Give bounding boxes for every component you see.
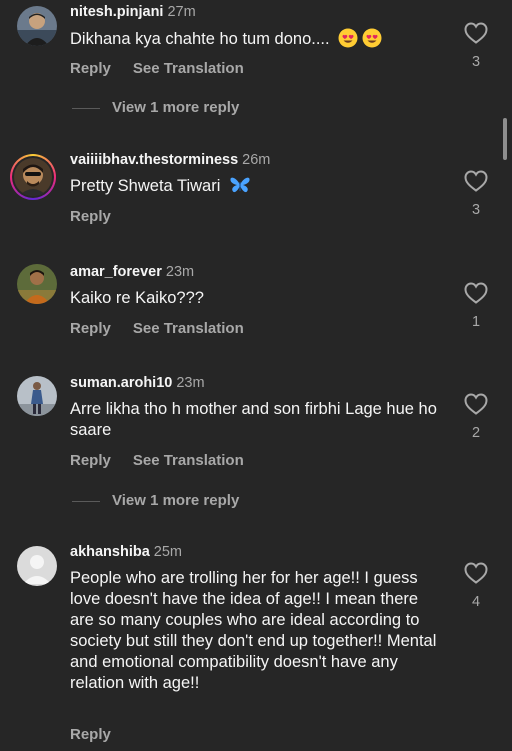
view-more-replies-button[interactable]: View 1 more reply — [72, 99, 239, 116]
timestamp: 23m — [165, 264, 195, 280]
more-replies-label: View 1 more reply — [112, 492, 240, 509]
heart-outline-icon — [464, 562, 488, 584]
comment-actions: Reply See Translation — [70, 320, 244, 337]
reply-button[interactable]: Reply — [70, 452, 111, 469]
comment-text: Pretty Shweta Tiwari — [70, 176, 450, 197]
comment-body: People who are trolling her for her age!… — [70, 569, 437, 692]
view-more-replies-button[interactable]: View 1 more reply — [72, 492, 239, 509]
comment-actions: Reply See Translation — [70, 60, 244, 77]
heart-outline-icon — [464, 393, 488, 415]
heart-outline-icon — [464, 170, 488, 192]
username[interactable]: vaiiiibhav.thestorminess — [70, 152, 238, 168]
like-button[interactable] — [464, 562, 488, 584]
avatar — [14, 158, 52, 196]
reply-button[interactable]: Reply — [70, 208, 111, 225]
see-translation-button[interactable]: See Translation — [133, 452, 244, 469]
like-count: 3 — [471, 202, 481, 218]
comment-actions: Reply — [70, 208, 111, 225]
like-count: 2 — [471, 425, 481, 441]
avatar-story-ring[interactable] — [10, 154, 56, 200]
comment-actions: Reply — [70, 726, 111, 743]
more-replies-label: View 1 more reply — [112, 99, 240, 116]
blue-butterfly-emoji — [229, 176, 251, 194]
timestamp: 27m — [167, 4, 196, 20]
comment-text: Arre likha tho h mother and son firbhi L… — [70, 399, 442, 441]
avatar[interactable] — [17, 264, 57, 304]
avatar[interactable] — [17, 376, 57, 416]
heart-eyes-emoji — [338, 28, 358, 48]
see-translation-button[interactable]: See Translation — [133, 60, 244, 77]
heart-eyes-emoji — [362, 28, 382, 48]
avatar[interactable] — [17, 6, 57, 46]
username[interactable]: akhanshiba — [70, 544, 150, 560]
like-button[interactable] — [464, 282, 488, 304]
comment-text: People who are trolling her for her age!… — [70, 568, 442, 694]
comment-meta: akhanshiba 25m — [70, 544, 182, 560]
reply-button[interactable]: Reply — [70, 320, 111, 337]
avatar[interactable] — [17, 546, 57, 586]
timestamp: 23m — [176, 375, 205, 391]
comment-body: Pretty Shweta Tiwari — [70, 177, 221, 195]
see-translation-button[interactable]: See Translation — [133, 320, 244, 337]
heart-outline-icon — [464, 282, 488, 304]
reply-divider — [72, 500, 100, 502]
comment-text: Kaiko re Kaiko??? — [70, 288, 450, 309]
like-count: 4 — [471, 594, 481, 610]
like-count: 3 — [471, 54, 481, 70]
reply-button[interactable]: Reply — [70, 726, 111, 743]
like-button[interactable] — [464, 22, 488, 44]
comment-body: Kaiko re Kaiko??? — [70, 289, 204, 307]
like-button[interactable] — [464, 393, 488, 415]
like-button[interactable] — [464, 170, 488, 192]
scrollbar[interactable] — [503, 118, 507, 160]
comment-meta: amar_forever 23m — [70, 264, 194, 280]
comment-text: Dikhana kya chahte ho tum dono.... — [70, 28, 450, 50]
reply-divider — [72, 107, 100, 109]
default-avatar-icon — [17, 546, 57, 586]
comments-screen: nitesh.pinjani 27m Dikhana kya chahte ho … — [0, 0, 512, 751]
comment-meta: vaiiiibhav.thestorminess 26m — [70, 152, 270, 168]
comment-body: Arre likha tho h mother and son firbhi L… — [70, 400, 437, 439]
heart-outline-icon — [464, 22, 488, 44]
comment-actions: Reply See Translation — [70, 452, 244, 469]
timestamp: 25m — [153, 544, 182, 560]
username[interactable]: nitesh.pinjani — [70, 4, 163, 20]
username[interactable]: suman.arohi10 — [70, 375, 172, 391]
reply-button[interactable]: Reply — [70, 60, 111, 77]
comment-meta: suman.arohi10 23m — [70, 375, 205, 391]
timestamp: 26m — [242, 152, 271, 168]
like-count: 1 — [471, 314, 481, 330]
comment-body: Dikhana kya chahte ho tum dono.... — [70, 30, 330, 48]
comment-meta: nitesh.pinjani 27m — [70, 4, 196, 20]
username[interactable]: amar_forever — [70, 264, 162, 280]
